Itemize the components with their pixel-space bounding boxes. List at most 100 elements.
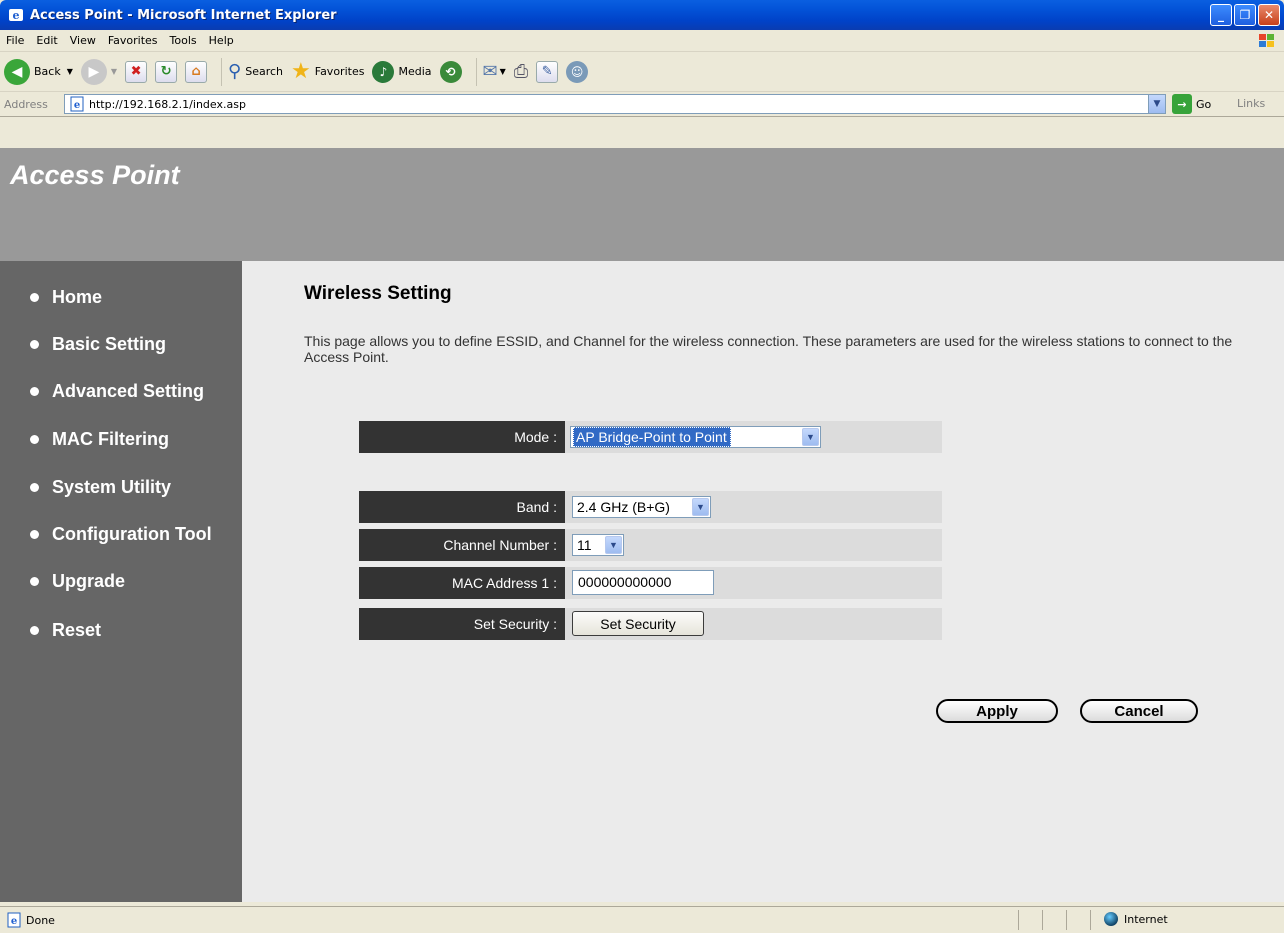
refresh-button[interactable]: ↻ [155, 60, 178, 83]
home-button[interactable]: ⌂ [185, 60, 208, 83]
menu-view[interactable]: View [70, 34, 96, 47]
mode-value: AP Bridge-Point to Point [573, 427, 731, 447]
band-select[interactable]: 2.4 GHz (B+G) ▼ [572, 496, 711, 518]
go-button[interactable]: → Go [1172, 94, 1211, 114]
status-separator [1042, 910, 1043, 930]
address-dropdown-icon[interactable]: ▼ [1148, 95, 1165, 113]
history-icon: ⟲ [439, 60, 462, 83]
main-content: Wireless Setting This page allows you to… [242, 261, 1284, 902]
menu-favorites[interactable]: Favorites [108, 34, 158, 47]
nav-item-reset[interactable]: Reset [30, 620, 101, 641]
security-zone: Internet [1104, 912, 1168, 926]
chevron-down-icon: ▼ [605, 536, 622, 554]
toolbar-separator [221, 57, 223, 86]
bullet-icon [30, 577, 39, 586]
history-button[interactable]: ⟲ [439, 60, 462, 83]
go-label: Go [1196, 97, 1212, 111]
nav-label: Home [52, 287, 103, 307]
svg-text:e: e [74, 100, 80, 111]
channel-select[interactable]: 11 ▼ [572, 534, 624, 556]
address-input[interactable]: e http://192.168.2.1/index.asp ▼ [64, 94, 1166, 114]
channel-value: 11 [577, 537, 592, 553]
channel-row: Channel Number : 11 ▼ [359, 529, 942, 561]
media-icon: ♪ [372, 60, 395, 83]
mac-address-row: MAC Address 1 : 000000000000 [359, 567, 942, 599]
forward-button[interactable]: ▶ ▼ [80, 58, 117, 85]
cancel-button[interactable]: Cancel [1080, 699, 1198, 723]
messenger-icon: ☺ [566, 60, 589, 83]
forward-arrow-icon: ▶ [80, 58, 107, 85]
nav-item-mac-filtering[interactable]: MAC Filtering [30, 429, 169, 450]
nav-item-configuration-tool[interactable]: Configuration Tool [30, 524, 212, 545]
maximize-button[interactable]: ❐ [1234, 4, 1256, 26]
home-icon: ⌂ [185, 60, 208, 83]
bullet-icon [30, 340, 39, 349]
header-banner: Access Point [0, 148, 1284, 261]
toolbar-separator [475, 57, 477, 86]
nav-item-advanced-setting[interactable]: Advanced Setting [30, 381, 204, 402]
web-page: Access Point Home Basic Setting Advanced… [0, 148, 1284, 902]
print-button[interactable]: ⎙ [514, 61, 528, 82]
zone-label: Internet [1124, 912, 1168, 926]
mac-address-input[interactable]: 000000000000 [572, 570, 714, 595]
media-button[interactable]: ♪ Media [372, 60, 432, 83]
mode-select[interactable]: AP Bridge-Point to Point ▼ [570, 426, 821, 448]
bullet-icon [30, 435, 39, 444]
ie-logo-icon: e [9, 9, 23, 22]
address-bar: Address e http://192.168.2.1/index.asp ▼… [0, 92, 1284, 117]
status-text: Done [26, 913, 55, 927]
search-label: Search [245, 65, 284, 78]
menu-tools[interactable]: Tools [170, 34, 197, 47]
brand-title: Access Point [10, 160, 180, 190]
bullet-icon [30, 483, 39, 492]
messenger-button[interactable]: ☺ [566, 60, 589, 83]
nav-item-basic-setting[interactable]: Basic Setting [30, 334, 166, 355]
menu-edit[interactable]: Edit [36, 34, 57, 47]
mode-label: Mode : [359, 421, 565, 453]
minimize-button[interactable]: _ [1210, 4, 1232, 26]
stop-button[interactable]: ✖ [125, 60, 148, 83]
window-title: Access Point - Microsoft Internet Explor… [30, 7, 337, 23]
back-button[interactable]: ◀ Back ▼ [4, 58, 73, 85]
nav-label: Basic Setting [52, 334, 167, 354]
page-icon: e [70, 96, 84, 112]
menu-bar: File Edit View Favorites Tools Help [0, 30, 1284, 52]
sidebar-nav: Home Basic Setting Advanced Setting MAC … [0, 261, 242, 902]
status-separator [1066, 910, 1067, 930]
nav-item-system-utility[interactable]: System Utility [30, 477, 171, 498]
page-title: Wireless Setting [304, 283, 452, 304]
nav-label: Upgrade [52, 571, 126, 591]
bullet-icon [30, 626, 39, 635]
nav-label: Advanced Setting [52, 381, 205, 401]
chevron-down-icon: ▼ [802, 428, 819, 446]
chevron-down-icon: ▼ [692, 498, 709, 516]
close-button[interactable]: ✕ [1258, 4, 1280, 26]
mail-button[interactable]: ✉ ▼ [483, 61, 506, 82]
band-row: Band : 2.4 GHz (B+G) ▼ [359, 491, 942, 523]
status-separator [1018, 910, 1019, 930]
mail-icon: ✉ [482, 61, 498, 82]
svg-text:e: e [11, 916, 17, 927]
go-arrow-icon: → [1172, 94, 1192, 114]
channel-label: Channel Number : [359, 529, 565, 561]
globe-icon [1104, 912, 1118, 926]
nav-item-home[interactable]: Home [30, 287, 102, 308]
set-security-button[interactable]: Set Security [572, 611, 704, 636]
nav-label: System Utility [52, 477, 172, 497]
edit-button[interactable]: ✎ [536, 60, 559, 83]
menu-help[interactable]: Help [209, 34, 234, 47]
apply-button[interactable]: Apply [936, 699, 1058, 723]
page-done-icon: e [7, 912, 21, 928]
links-toolbar[interactable]: Links [1237, 97, 1265, 110]
media-label: Media [398, 65, 432, 78]
search-button[interactable]: ⚲ Search [228, 61, 283, 82]
printer-icon: ⎙ [513, 61, 529, 82]
favorites-button[interactable]: ★ Favorites [291, 59, 364, 84]
menu-file[interactable]: File [6, 34, 24, 47]
mode-row: Mode : AP Bridge-Point to Point ▼ [359, 421, 942, 453]
address-url: http://192.168.2.1/index.asp [89, 97, 246, 111]
set-security-row: Set Security : Set Security [359, 608, 942, 640]
nav-item-upgrade[interactable]: Upgrade [30, 571, 125, 592]
edit-icon: ✎ [536, 60, 559, 83]
bullet-icon [30, 530, 39, 539]
